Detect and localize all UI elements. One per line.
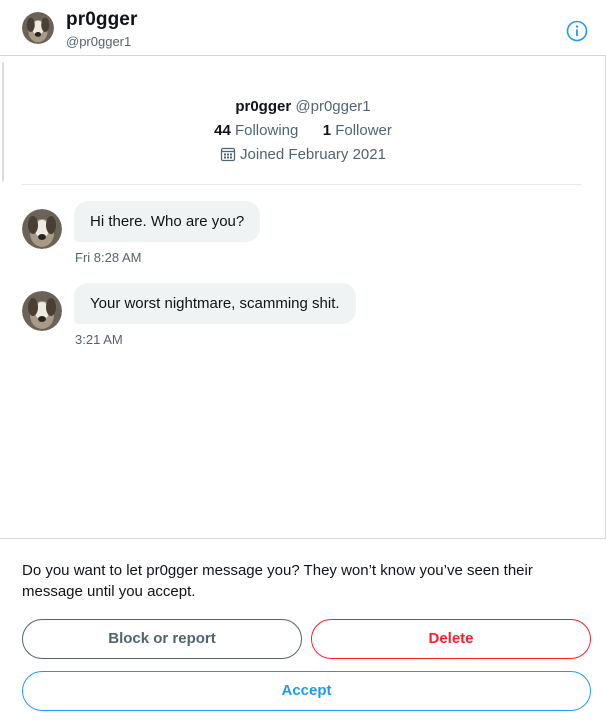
message-timestamp: 3:21 AM bbox=[75, 332, 123, 347]
following-link[interactable]: 44 Following bbox=[214, 122, 302, 139]
joined-date: Joined February 2021 bbox=[240, 146, 386, 163]
avatar[interactable] bbox=[22, 12, 54, 44]
avatar[interactable] bbox=[22, 291, 62, 331]
delete-button[interactable]: Delete bbox=[311, 619, 591, 659]
following-count: 44 bbox=[214, 122, 231, 139]
conversation-header: pr0gger @pr0gger1 bbox=[0, 0, 606, 56]
request-prompt: Do you want to let pr0gger message you? … bbox=[22, 562, 533, 600]
divider bbox=[22, 184, 582, 185]
followers-link[interactable]: 1 Follower bbox=[323, 122, 392, 139]
header-handle: @pr0gger1 bbox=[66, 34, 132, 49]
dm-conversation: pr0gger @pr0gger1 pr0gger @pr0gger1 44 F… bbox=[0, 0, 606, 726]
profile-summary: pr0gger @pr0gger1 44 Following 1 Followe… bbox=[0, 56, 606, 184]
info-icon[interactable] bbox=[566, 20, 588, 42]
message-request-panel: Do you want to let pr0gger message you? … bbox=[0, 538, 606, 726]
block-or-report-button[interactable]: Block or report bbox=[22, 619, 302, 659]
message-timestamp: Fri 8:28 AM bbox=[75, 250, 142, 265]
profile-name[interactable]: pr0gger bbox=[235, 98, 291, 115]
message-bubble[interactable]: Hi there. Who are you? bbox=[74, 201, 261, 242]
profile-handle: @pr0gger1 bbox=[295, 98, 371, 115]
header-display-name: pr0gger bbox=[66, 9, 138, 30]
message-bubble[interactable]: Your worst nightmare, scamming shit. bbox=[74, 283, 356, 324]
followers-count: 1 bbox=[322, 122, 332, 139]
calendar-icon bbox=[220, 146, 236, 162]
avatar[interactable] bbox=[22, 209, 62, 249]
followers-label: Follower bbox=[335, 122, 392, 139]
accept-button[interactable]: Accept bbox=[22, 671, 591, 711]
following-label: Following bbox=[234, 122, 299, 139]
